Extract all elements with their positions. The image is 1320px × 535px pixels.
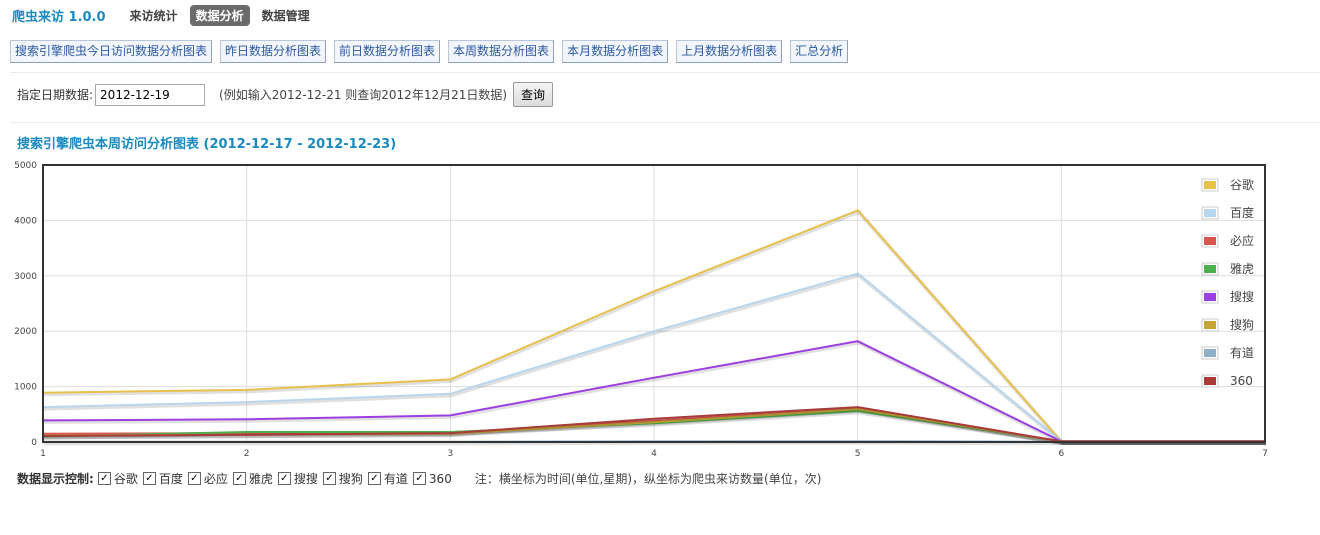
axis-note: 注：横坐标为时间(单位,星期)，纵坐标为爬虫来访数量(单位，次) [474,472,822,486]
series-checkbox-label: 雅虎 [248,472,273,486]
series-checkbox-list: ✓ 谷歌 ✓ 百度 ✓ 必应 ✓ 雅虎 ✓ 搜搜 ✓ 搜狗 ✓ 有道 ✓ 360 [97,470,457,487]
x-tick-label: 6 [1058,449,1064,459]
series-checkbox[interactable]: ✓ [187,472,201,485]
tab-day-before[interactable]: 前日数据分析图表 [334,40,441,63]
controls-label: 数据显示控制: [17,472,94,486]
legend-swatch [1204,237,1216,245]
series-toggle-5[interactable]: ✓ 搜搜 [277,470,318,487]
line-chart: 0 1000 2000 3000 4000 5000 1 2 3 4 5 6 7 谷歌百度必应雅虎搜搜搜狗… [14,161,1268,459]
legend-swatch [1204,181,1216,189]
date-label: 指定日期数据: [17,88,94,102]
legend-swatch [1204,377,1216,385]
nav-data-analysis[interactable]: 数据分析 [189,4,250,26]
series-toggle-3[interactable]: ✓ 必应 [187,470,228,487]
date-hint: (例如输入2012-12-21 则查询2012年12月21日数据) [219,88,508,102]
legend-label: 搜狗 [1230,317,1254,332]
series-toggle-6[interactable]: ✓ 搜狗 [322,470,363,487]
series-toggle-2[interactable]: ✓ 百度 [142,470,183,487]
series-checkbox-label: 有道 [383,472,408,486]
series-toggle-8[interactable]: ✓ 360 [412,470,452,487]
date-input[interactable] [95,83,206,106]
legend-swatch [1204,321,1216,329]
query-button[interactable]: 查询 [513,82,554,107]
x-tick-label: 2 [244,449,250,459]
legend-label: 雅虎 [1230,261,1254,276]
x-tick-label: 1 [40,449,46,459]
y-tick-label: 3000 [14,272,37,282]
divider [10,72,1320,73]
legend-label: 谷歌 [1230,177,1254,192]
series-checkbox[interactable]: ✓ [322,472,336,485]
tab-this-week[interactable]: 本周数据分析图表 [448,40,555,63]
series-checkbox-label: 搜狗 [338,472,363,486]
series-checkbox[interactable]: ✓ [412,472,426,485]
series-controls: 数据显示控制: ✓ 谷歌 ✓ 百度 ✓ 必应 ✓ 雅虎 ✓ 搜搜 ✓ 搜狗 ✓ 有道 ✓ 360 注：横坐标为… [17,470,821,487]
x-tick-label: 7 [1262,449,1268,459]
x-tick-label: 4 [651,449,657,459]
nav-visit-stats[interactable]: 来访统计 [124,5,184,26]
y-tick-label: 4000 [14,216,37,226]
app-title[interactable]: 爬虫来访 1.0.0 [12,6,106,25]
series-checkbox-label: 360 [428,471,452,486]
series-checkbox-label: 必应 [203,472,228,486]
chart-title: 搜索引擎爬虫本周访问分析图表 (2012-12-17 - 2012-12-23) [17,137,397,152]
series-checkbox[interactable]: ✓ [142,472,156,485]
y-tick-label: 5000 [14,161,37,171]
legend-label: 百度 [1230,205,1254,220]
series-checkbox[interactable]: ✓ [232,472,246,485]
date-query-row: 指定日期数据: (例如输入2012-12-21 则查询2012年12月21日数据… [17,82,554,107]
series-toggle-7[interactable]: ✓ 有道 [367,470,408,487]
series-toggle-4[interactable]: ✓ 雅虎 [232,470,273,487]
tab-this-month[interactable]: 本月数据分析图表 [562,40,669,63]
tab-today[interactable]: 搜索引擎爬虫今日访问数据分析图表 [10,40,213,63]
top-bar: 爬虫来访 1.0.0 来访统计 数据分析 数据管理 [12,4,316,26]
legend-swatch [1204,293,1216,301]
divider [10,122,1320,123]
tab-summary[interactable]: 汇总分析 [790,40,849,63]
legend-label: 360 [1230,374,1253,388]
series-checkbox-label: 百度 [158,472,183,486]
series-checkbox-label: 谷歌 [113,472,138,486]
series-checkbox[interactable]: ✓ [97,472,111,485]
y-tick-label: 2000 [14,327,37,337]
legend-label: 搜搜 [1230,289,1254,304]
legend-label: 必应 [1230,233,1254,248]
legend-label: 有道 [1230,346,1254,360]
main-nav: 来访统计 数据分析 数据管理 [124,4,316,26]
tab-last-month[interactable]: 上月数据分析图表 [676,40,783,63]
x-tick-label: 5 [855,449,861,459]
series-checkbox[interactable]: ✓ [367,472,381,485]
tab-yesterday[interactable]: 昨日数据分析图表 [220,40,327,63]
series-checkbox[interactable]: ✓ [277,472,291,485]
y-tick-label: 1000 [14,383,37,393]
series-checkbox-label: 搜搜 [293,472,318,486]
legend-swatch [1204,209,1216,217]
series-toggle-1[interactable]: ✓ 谷歌 [97,470,138,487]
y-tick-label: 0 [31,438,37,448]
nav-data-management[interactable]: 数据管理 [256,5,316,26]
legend-swatch [1204,265,1216,273]
legend-swatch [1204,349,1216,357]
x-tick-label: 3 [447,449,453,459]
report-tabs: 搜索引擎爬虫今日访问数据分析图表 昨日数据分析图表 前日数据分析图表 本周数据分… [10,40,849,63]
